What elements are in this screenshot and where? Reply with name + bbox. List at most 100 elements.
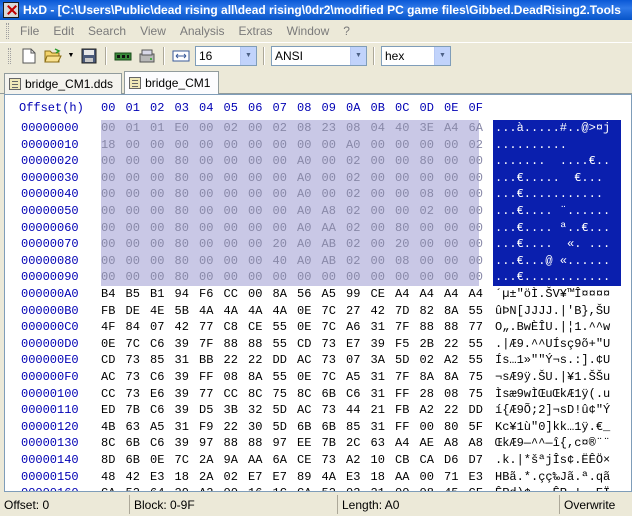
hex-byte[interactable]: 00 bbox=[248, 121, 272, 135]
hex-byte[interactable]: 00 bbox=[101, 171, 125, 185]
hex-byte[interactable]: 00 bbox=[224, 138, 248, 152]
hex-byte[interactable]: 00 bbox=[126, 154, 150, 168]
hex-byte[interactable]: 00 bbox=[101, 237, 125, 251]
hex-byte[interactable]: A2 bbox=[199, 486, 223, 491]
hex-byte[interactable]: 08 bbox=[395, 254, 419, 268]
hex-byte[interactable]: 4A bbox=[248, 304, 272, 318]
hex-byte[interactable]: 8A bbox=[444, 304, 468, 318]
hex-byte[interactable]: 3A bbox=[371, 353, 395, 367]
hex-byte[interactable]: 00 bbox=[199, 254, 223, 268]
hex-byte[interactable]: 8D bbox=[101, 453, 125, 467]
menu-window[interactable]: Window bbox=[280, 22, 337, 40]
hex-byte[interactable]: A4 bbox=[420, 287, 444, 301]
hex-byte[interactable]: 00 bbox=[248, 237, 272, 251]
hex-byte[interactable]: 00 bbox=[150, 204, 174, 218]
hex-byte[interactable]: 00 bbox=[444, 154, 468, 168]
hex-byte[interactable]: 08 bbox=[420, 486, 444, 491]
hex-byte[interactable]: 00 bbox=[469, 254, 493, 268]
hex-byte[interactable]: 00 bbox=[322, 171, 346, 185]
hex-byte[interactable]: 08 bbox=[224, 370, 248, 384]
hex-byte[interactable]: AB bbox=[322, 237, 346, 251]
hex-byte[interactable]: 7C bbox=[322, 320, 346, 334]
ascii-text[interactable]: ¬sÆ9ÿ.ŠU.|¥1.ŠŠu bbox=[495, 370, 610, 384]
ascii-text[interactable]: .k.|*šªjÎs¢.ËÊÖ× bbox=[495, 453, 610, 467]
hex-byte[interactable]: 00 bbox=[199, 187, 223, 201]
hex-byte[interactable]: A2 bbox=[346, 453, 370, 467]
hex-row[interactable]: 00000080 00 00 00 80 00 00 00 40 A0 AB 02 00 08 00 00 00… bbox=[5, 253, 631, 271]
hex-byte[interactable]: F6 bbox=[199, 287, 223, 301]
hex-byte[interactable]: 0E bbox=[297, 320, 321, 334]
menu-file[interactable]: File bbox=[13, 22, 46, 40]
hex-byte[interactable]: 88 bbox=[224, 337, 248, 351]
hex-byte[interactable]: 00 bbox=[371, 171, 395, 185]
hex-row[interactable]: 00000140 8D 6B 0E 7C 2A 9A AA 6A CE 73 A2 10 CB CA D6 D7… bbox=[5, 452, 631, 470]
hex-byte[interactable]: 45 bbox=[444, 486, 468, 491]
hex-byte[interactable]: 00 bbox=[444, 171, 468, 185]
hex-byte[interactable]: 00 bbox=[469, 171, 493, 185]
hex-byte[interactable]: 31 bbox=[371, 370, 395, 384]
hex-byte[interactable]: 28 bbox=[420, 387, 444, 401]
hex-byte[interactable]: 00 bbox=[101, 121, 125, 135]
hex-byte[interactable]: A0 bbox=[297, 171, 321, 185]
ascii-text[interactable]: ....... ....€.. bbox=[495, 154, 610, 168]
chevron-down-icon[interactable]: ▼ bbox=[240, 46, 256, 65]
hex-byte[interactable]: 00 bbox=[395, 187, 419, 201]
hex-byte[interactable]: 01 bbox=[150, 121, 174, 135]
hex-editor-view[interactable]: Offset(h) 00 01 02 03 04 05 06 07 08 09 0A 0B 0C 0D 0E… bbox=[4, 94, 632, 492]
hex-byte[interactable]: 0E bbox=[297, 370, 321, 384]
hex-byte[interactable]: 00 bbox=[126, 204, 150, 218]
hex-byte[interactable]: 00 bbox=[126, 138, 150, 152]
hex-byte[interactable]: 00 bbox=[150, 237, 174, 251]
ascii-text[interactable]: ...à.....#..@>¤j bbox=[495, 121, 610, 135]
hex-byte[interactable]: 7C bbox=[322, 370, 346, 384]
hex-byte[interactable]: 00 bbox=[248, 254, 272, 268]
hex-byte[interactable]: 77 bbox=[199, 320, 223, 334]
hex-byte[interactable]: 00 bbox=[444, 254, 468, 268]
hex-byte[interactable]: 00 bbox=[420, 420, 444, 434]
hex-byte[interactable]: 52 bbox=[126, 486, 150, 491]
hex-byte[interactable]: 00 bbox=[224, 221, 248, 235]
toolbar-grip-handle[interactable] bbox=[8, 47, 11, 64]
save-button[interactable] bbox=[79, 46, 99, 66]
hex-byte[interactable]: 88 bbox=[420, 320, 444, 334]
hex-byte[interactable]: 00 bbox=[371, 187, 395, 201]
hex-byte[interactable]: E3 bbox=[150, 470, 174, 484]
hex-byte[interactable]: 00 bbox=[101, 270, 125, 284]
hex-byte[interactable]: 00 bbox=[150, 171, 174, 185]
hex-byte[interactable]: 00 bbox=[150, 221, 174, 235]
hex-byte[interactable]: 08 bbox=[420, 187, 444, 201]
hex-byte[interactable]: 00 bbox=[395, 138, 419, 152]
hex-byte[interactable]: 00 bbox=[371, 204, 395, 218]
hex-byte[interactable]: 0E bbox=[150, 453, 174, 467]
hex-byte[interactable]: CE bbox=[371, 287, 395, 301]
ascii-text[interactable]: ...€........... bbox=[495, 187, 603, 201]
hex-byte[interactable]: E0 bbox=[175, 121, 199, 135]
hex-byte[interactable]: 73 bbox=[126, 370, 150, 384]
menu-search[interactable]: Search bbox=[81, 22, 133, 40]
hex-byte[interactable]: A8 bbox=[469, 436, 493, 450]
hex-byte[interactable]: 80 bbox=[175, 187, 199, 201]
hex-byte[interactable]: C6 bbox=[150, 436, 174, 450]
hex-byte[interactable]: EE bbox=[297, 436, 321, 450]
hex-byte[interactable]: D7 bbox=[469, 453, 493, 467]
hex-byte[interactable]: 00 bbox=[199, 154, 223, 168]
hex-byte[interactable]: 00 bbox=[469, 154, 493, 168]
hex-byte[interactable]: A6 bbox=[346, 320, 370, 334]
hex-byte[interactable]: 6A bbox=[469, 121, 493, 135]
ascii-text[interactable]: .......... bbox=[495, 138, 610, 152]
hex-byte[interactable]: 00 bbox=[420, 171, 444, 185]
hex-byte[interactable]: 00 bbox=[248, 187, 272, 201]
chevron-down-icon[interactable]: ▼ bbox=[434, 46, 450, 65]
hex-byte[interactable]: A8 bbox=[444, 436, 468, 450]
open-ram-button[interactable] bbox=[113, 46, 133, 66]
hex-byte[interactable]: A5 bbox=[150, 420, 174, 434]
hex-byte[interactable]: 00 bbox=[273, 187, 297, 201]
ascii-text[interactable]: ...€.... «. ... bbox=[495, 237, 610, 251]
hex-byte[interactable]: 00 bbox=[469, 204, 493, 218]
hex-byte[interactable]: 00 bbox=[126, 270, 150, 284]
hex-byte[interactable]: 44 bbox=[346, 403, 370, 417]
hex-byte[interactable]: 00 bbox=[322, 138, 346, 152]
hex-byte[interactable]: A0 bbox=[297, 221, 321, 235]
hex-byte[interactable]: 75 bbox=[273, 387, 297, 401]
hex-byte[interactable]: 00 bbox=[126, 187, 150, 201]
